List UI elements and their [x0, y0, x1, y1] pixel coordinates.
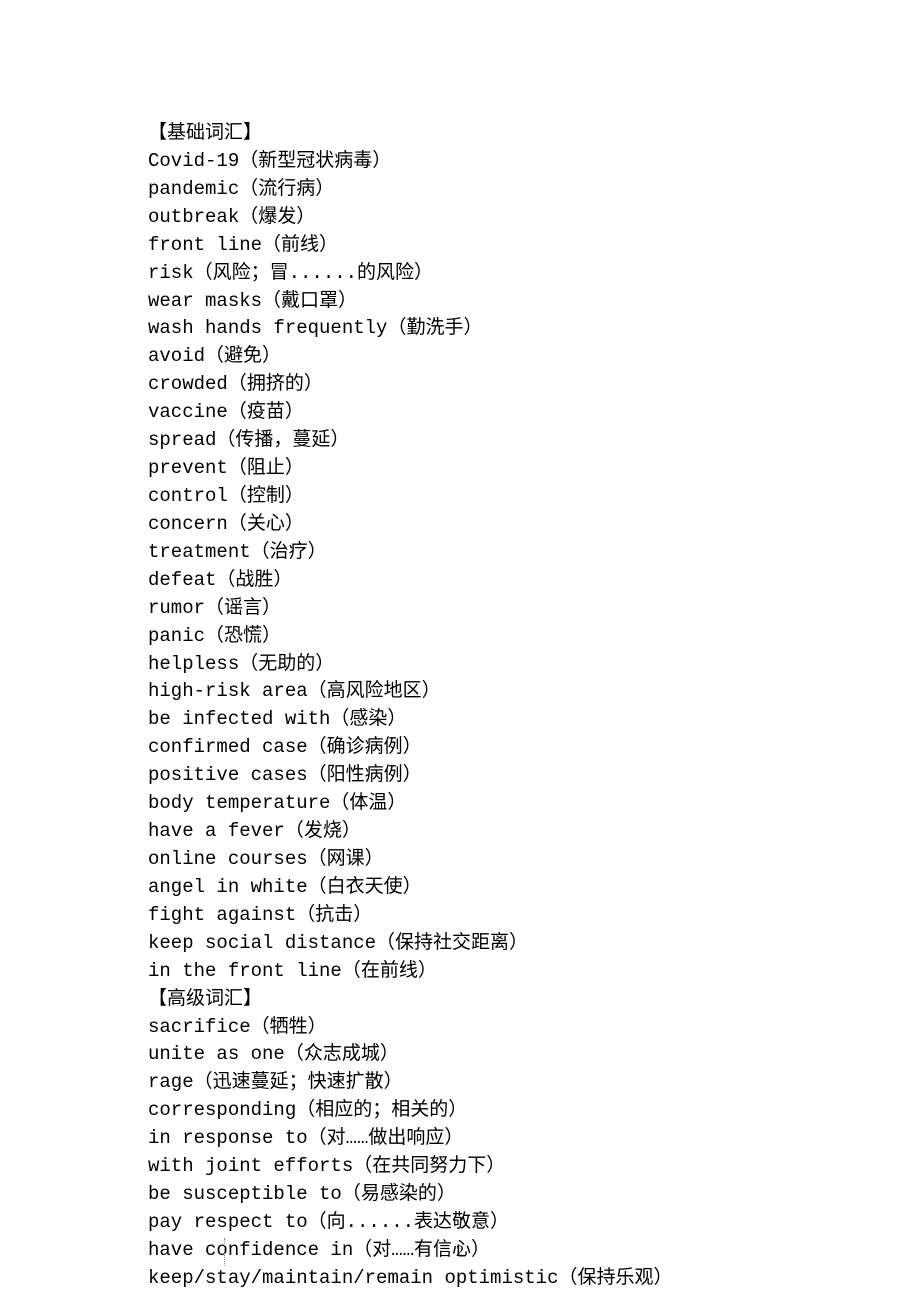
page-number: 2: [0, 1240, 920, 1264]
vocab-entry: rage（迅速蔓延；快速扩散）: [148, 1069, 778, 1097]
vocab-entry: wear masks（戴口罩）: [148, 288, 778, 316]
vocab-entry: have a fever（发烧）: [148, 818, 778, 846]
vocab-entry: unite as one（众志成城）: [148, 1041, 778, 1069]
vocab-entry: corresponding（相应的；相关的）: [148, 1097, 778, 1125]
vocab-entry: high-risk area（高风险地区）: [148, 678, 778, 706]
vocab-entry: defeat（战胜）: [148, 567, 778, 595]
vocab-entry: sacrifice（牺牲）: [148, 1014, 778, 1042]
vocab-entry: positive cases（阳性病例）: [148, 762, 778, 790]
vocab-entry: concern（关心）: [148, 511, 778, 539]
vocab-entry: keep social distance（保持社交距离）: [148, 930, 778, 958]
vocab-entry: spread（传播，蔓延）: [148, 427, 778, 455]
vocab-entry: vaccine（疫苗）: [148, 399, 778, 427]
vocab-entry: pandemic（流行病）: [148, 176, 778, 204]
vocab-entry: prevent（阻止）: [148, 455, 778, 483]
section-heading-basic: 【基础词汇】: [148, 120, 778, 148]
vocab-entry: outbreak（爆发）: [148, 204, 778, 232]
vocab-entry: keep/stay/maintain/remain optimistic（保持乐…: [148, 1265, 778, 1293]
vocab-entry: fight against（抗击）: [148, 902, 778, 930]
vocab-entry: in the front line（在前线）: [148, 958, 778, 986]
vocab-entry: rumor（谣言）: [148, 595, 778, 623]
vocab-entry: be susceptible to（易感染的）: [148, 1181, 778, 1209]
vocab-entry: panic（恐慌）: [148, 623, 778, 651]
vocab-entry: front line（前线）: [148, 232, 778, 260]
vocab-entry: body temperature（体温）: [148, 790, 778, 818]
vocab-entry: online courses（网课）: [148, 846, 778, 874]
document-body: 【基础词汇】 Covid-19（新型冠状病毒） pandemic（流行病） ou…: [0, 0, 778, 1293]
section-heading-advanced: 【高级词汇】: [148, 986, 778, 1014]
vocab-entry: wash hands frequently（勤洗手）: [148, 315, 778, 343]
vocab-entry: Covid-19（新型冠状病毒）: [148, 148, 778, 176]
vocab-entry: with joint efforts（在共同努力下）: [148, 1153, 778, 1181]
vocab-entry: control（控制）: [148, 483, 778, 511]
vocab-entry: angel in white（白衣天使）: [148, 874, 778, 902]
vocab-entry: confirmed case（确诊病例）: [148, 734, 778, 762]
vocab-entry: risk（风险；冒......的风险）: [148, 260, 778, 288]
vocab-entry: pay respect to（向......表达敬意）: [148, 1209, 778, 1237]
vocab-entry: treatment（治疗）: [148, 539, 778, 567]
vocab-entry: helpless（无助的）: [148, 651, 778, 679]
vocab-entry: in response to（对……做出响应）: [148, 1125, 778, 1153]
vocab-entry: be infected with（感染）: [148, 706, 778, 734]
vocab-entry: avoid（避免）: [148, 343, 778, 371]
vocab-entry: crowded（拥挤的）: [148, 371, 778, 399]
